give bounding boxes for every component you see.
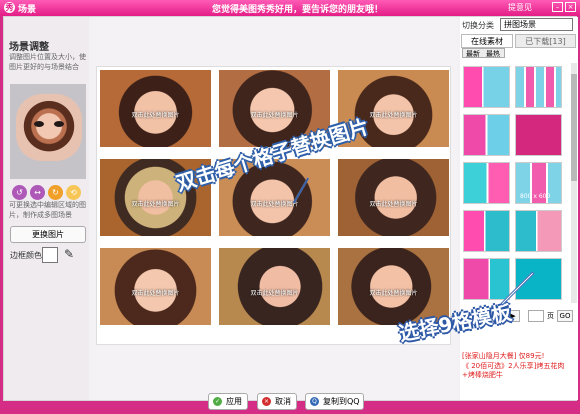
template-size-label: 800 x 600 bbox=[520, 193, 551, 200]
title-message: 您觉得美图秀秀好用，要告诉您的朋友哦！ bbox=[212, 5, 384, 15]
template-thumbnail[interactable] bbox=[463, 258, 510, 300]
reset-icon[interactable]: ⟲ bbox=[66, 185, 81, 200]
photo-cell[interactable]: 双击此处替换图片 bbox=[219, 248, 330, 325]
app-logo-icon: 秀 bbox=[4, 2, 15, 13]
cell-label: 双击此处替换图片 bbox=[131, 112, 180, 119]
category-label: 切换分类 bbox=[462, 21, 494, 30]
selected-photo-preview[interactable] bbox=[10, 84, 86, 179]
border-color-picker[interactable] bbox=[42, 247, 58, 263]
qq-icon: Q bbox=[310, 397, 319, 406]
template-thumbnail[interactable] bbox=[515, 210, 562, 252]
photo-cell[interactable]: 双击此处替换图片 bbox=[100, 248, 211, 325]
photo-cell[interactable]: 双击此处替换图片 bbox=[338, 159, 449, 236]
feedback-link[interactable]: 提意见 bbox=[508, 2, 532, 13]
filter-latest[interactable]: 最新 bbox=[463, 50, 483, 58]
template-thumbnail[interactable] bbox=[463, 114, 510, 156]
template-panel: 切换分类 拼图场景 在线素材 已下载[13] 最新 最热 800 x 600 ◀ … bbox=[460, 17, 578, 400]
cell-label: 双击此处替换图片 bbox=[250, 201, 299, 208]
apply-button[interactable]: ✓ 应用 bbox=[208, 393, 248, 410]
category-select[interactable]: 拼图场景 bbox=[500, 18, 573, 31]
window-controls: – × bbox=[550, 2, 576, 12]
cell-label: 双击此处替换图片 bbox=[250, 112, 299, 119]
photo-preview-image bbox=[16, 94, 82, 161]
rotate-right-icon[interactable]: ↻ bbox=[48, 185, 63, 200]
template-thumbnail[interactable] bbox=[515, 258, 562, 300]
template-tabs: 在线素材 已下载[13] bbox=[460, 34, 578, 48]
tab-online-materials[interactable]: 在线素材 bbox=[461, 34, 513, 48]
check-icon: ✓ bbox=[213, 397, 222, 406]
photo-cell[interactable]: 双击此处替换图片 bbox=[100, 70, 211, 147]
close-icon: × bbox=[262, 397, 271, 406]
flip-icon[interactable]: ↔ bbox=[30, 185, 45, 200]
template-thumbnail[interactable] bbox=[515, 66, 562, 108]
replace-image-button[interactable]: 更换图片 bbox=[10, 226, 86, 243]
eyedropper-icon[interactable]: ✎ bbox=[64, 247, 74, 261]
promo-link[interactable]: 《 20佰可选》2人乐享]烤五花肉+烤棒烧肥牛 bbox=[462, 362, 577, 380]
scrollbar-thumb[interactable] bbox=[571, 74, 577, 181]
copy-to-qq-button[interactable]: Q 复制到QQ bbox=[305, 393, 364, 410]
cell-label: 双击此处替换图片 bbox=[250, 290, 299, 297]
replace-note: 可更换选中编辑区域的图片，制作成多图场景 bbox=[9, 201, 86, 219]
template-thumbnail[interactable] bbox=[463, 66, 510, 108]
cancel-label: 取消 bbox=[275, 397, 291, 406]
sort-filter: 最新 最热 bbox=[462, 48, 505, 58]
action-bar: ✓ 应用 × 取消 Q 复制到QQ bbox=[93, 375, 457, 410]
border-color-label: 边框颜色 bbox=[10, 251, 42, 260]
scene-editor-panel: 场景调整 调整图片位置及大小，使图片更好的与场景结合 ↺ ↔ ↻ ⟲ 可更换选中编辑区… bbox=[3, 16, 578, 410]
template-grid: 800 x 600 bbox=[461, 61, 577, 308]
template-thumbnail[interactable] bbox=[463, 162, 510, 204]
section-title: 场景调整 bbox=[9, 42, 49, 53]
template-thumbnail[interactable] bbox=[515, 114, 562, 156]
window-title: 场景 bbox=[18, 5, 37, 15]
tab-downloaded[interactable]: 已下载[13] bbox=[515, 34, 576, 48]
section-description: 调整图片位置及大小，使图片更好的与场景结合 bbox=[9, 53, 86, 71]
page-unit-label: 页 bbox=[547, 312, 554, 320]
filter-hot[interactable]: 最热 bbox=[483, 50, 503, 58]
page-number-input[interactable] bbox=[528, 310, 544, 322]
apply-label: 应用 bbox=[226, 397, 242, 406]
nine-grid-canvas: 双击此处替换图片 双击此处替换图片 双击此处替换图片 双击此处替换图片 双击此处… bbox=[96, 66, 451, 345]
cell-label: 双击此处替换图片 bbox=[131, 290, 180, 297]
adjust-tools: ↺ ↔ ↻ ⟲ bbox=[12, 185, 84, 200]
cell-label: 双击此处替换图片 bbox=[369, 201, 418, 208]
copy-label: 复制到QQ bbox=[323, 397, 360, 406]
promo-link[interactable]: [张家山隐月大餐] 仅89元! bbox=[462, 352, 577, 361]
cancel-button[interactable]: × 取消 bbox=[257, 393, 297, 410]
minimize-button[interactable]: – bbox=[552, 2, 563, 12]
cell-label: 双击此处替换图片 bbox=[131, 201, 180, 208]
template-thumbnail[interactable] bbox=[463, 210, 510, 252]
title-bar: 秀 场景 您觉得美图秀秀好用，要告诉您的朋友哦！ 提意见 – × bbox=[0, 0, 580, 16]
go-button[interactable]: GO bbox=[557, 310, 573, 322]
rotate-left-icon[interactable]: ↺ bbox=[12, 185, 27, 200]
template-thumbnail[interactable]: 800 x 600 bbox=[515, 162, 562, 204]
close-button[interactable]: × bbox=[565, 2, 576, 12]
cell-label: 双击此处替换图片 bbox=[369, 290, 418, 297]
left-settings-panel: 场景调整 调整图片位置及大小，使图片更好的与场景结合 ↺ ↔ ↻ ⟲ 可更换选中编辑区… bbox=[4, 17, 89, 400]
